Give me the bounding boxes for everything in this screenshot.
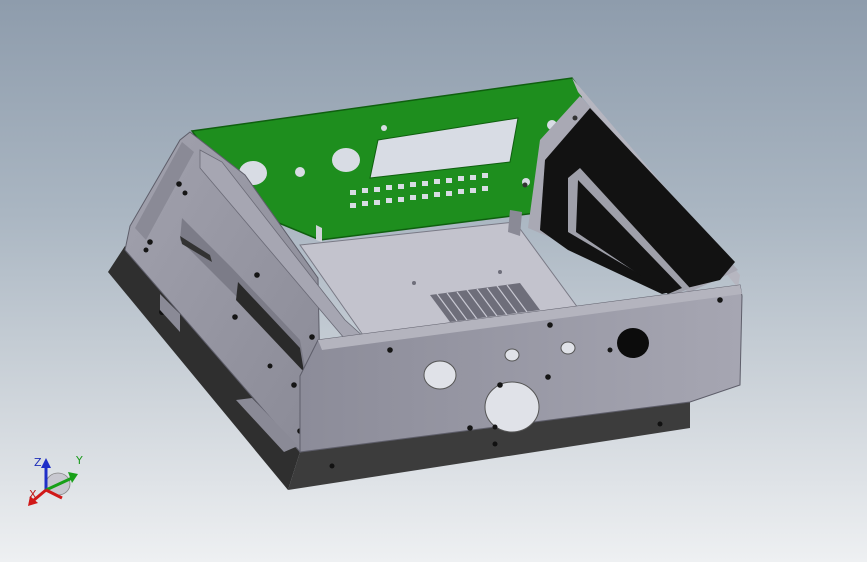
enclosure-model[interactable]	[0, 0, 867, 562]
cad-graphics-area[interactable]: Z Y X	[0, 0, 867, 562]
triad-y-label: Y	[76, 454, 83, 467]
triad-x-label: X	[29, 488, 37, 501]
pcb-mount-slot	[316, 225, 322, 242]
view-orientation-triad[interactable]: Z Y X	[24, 450, 94, 515]
triad-z-label: Z	[34, 456, 42, 469]
